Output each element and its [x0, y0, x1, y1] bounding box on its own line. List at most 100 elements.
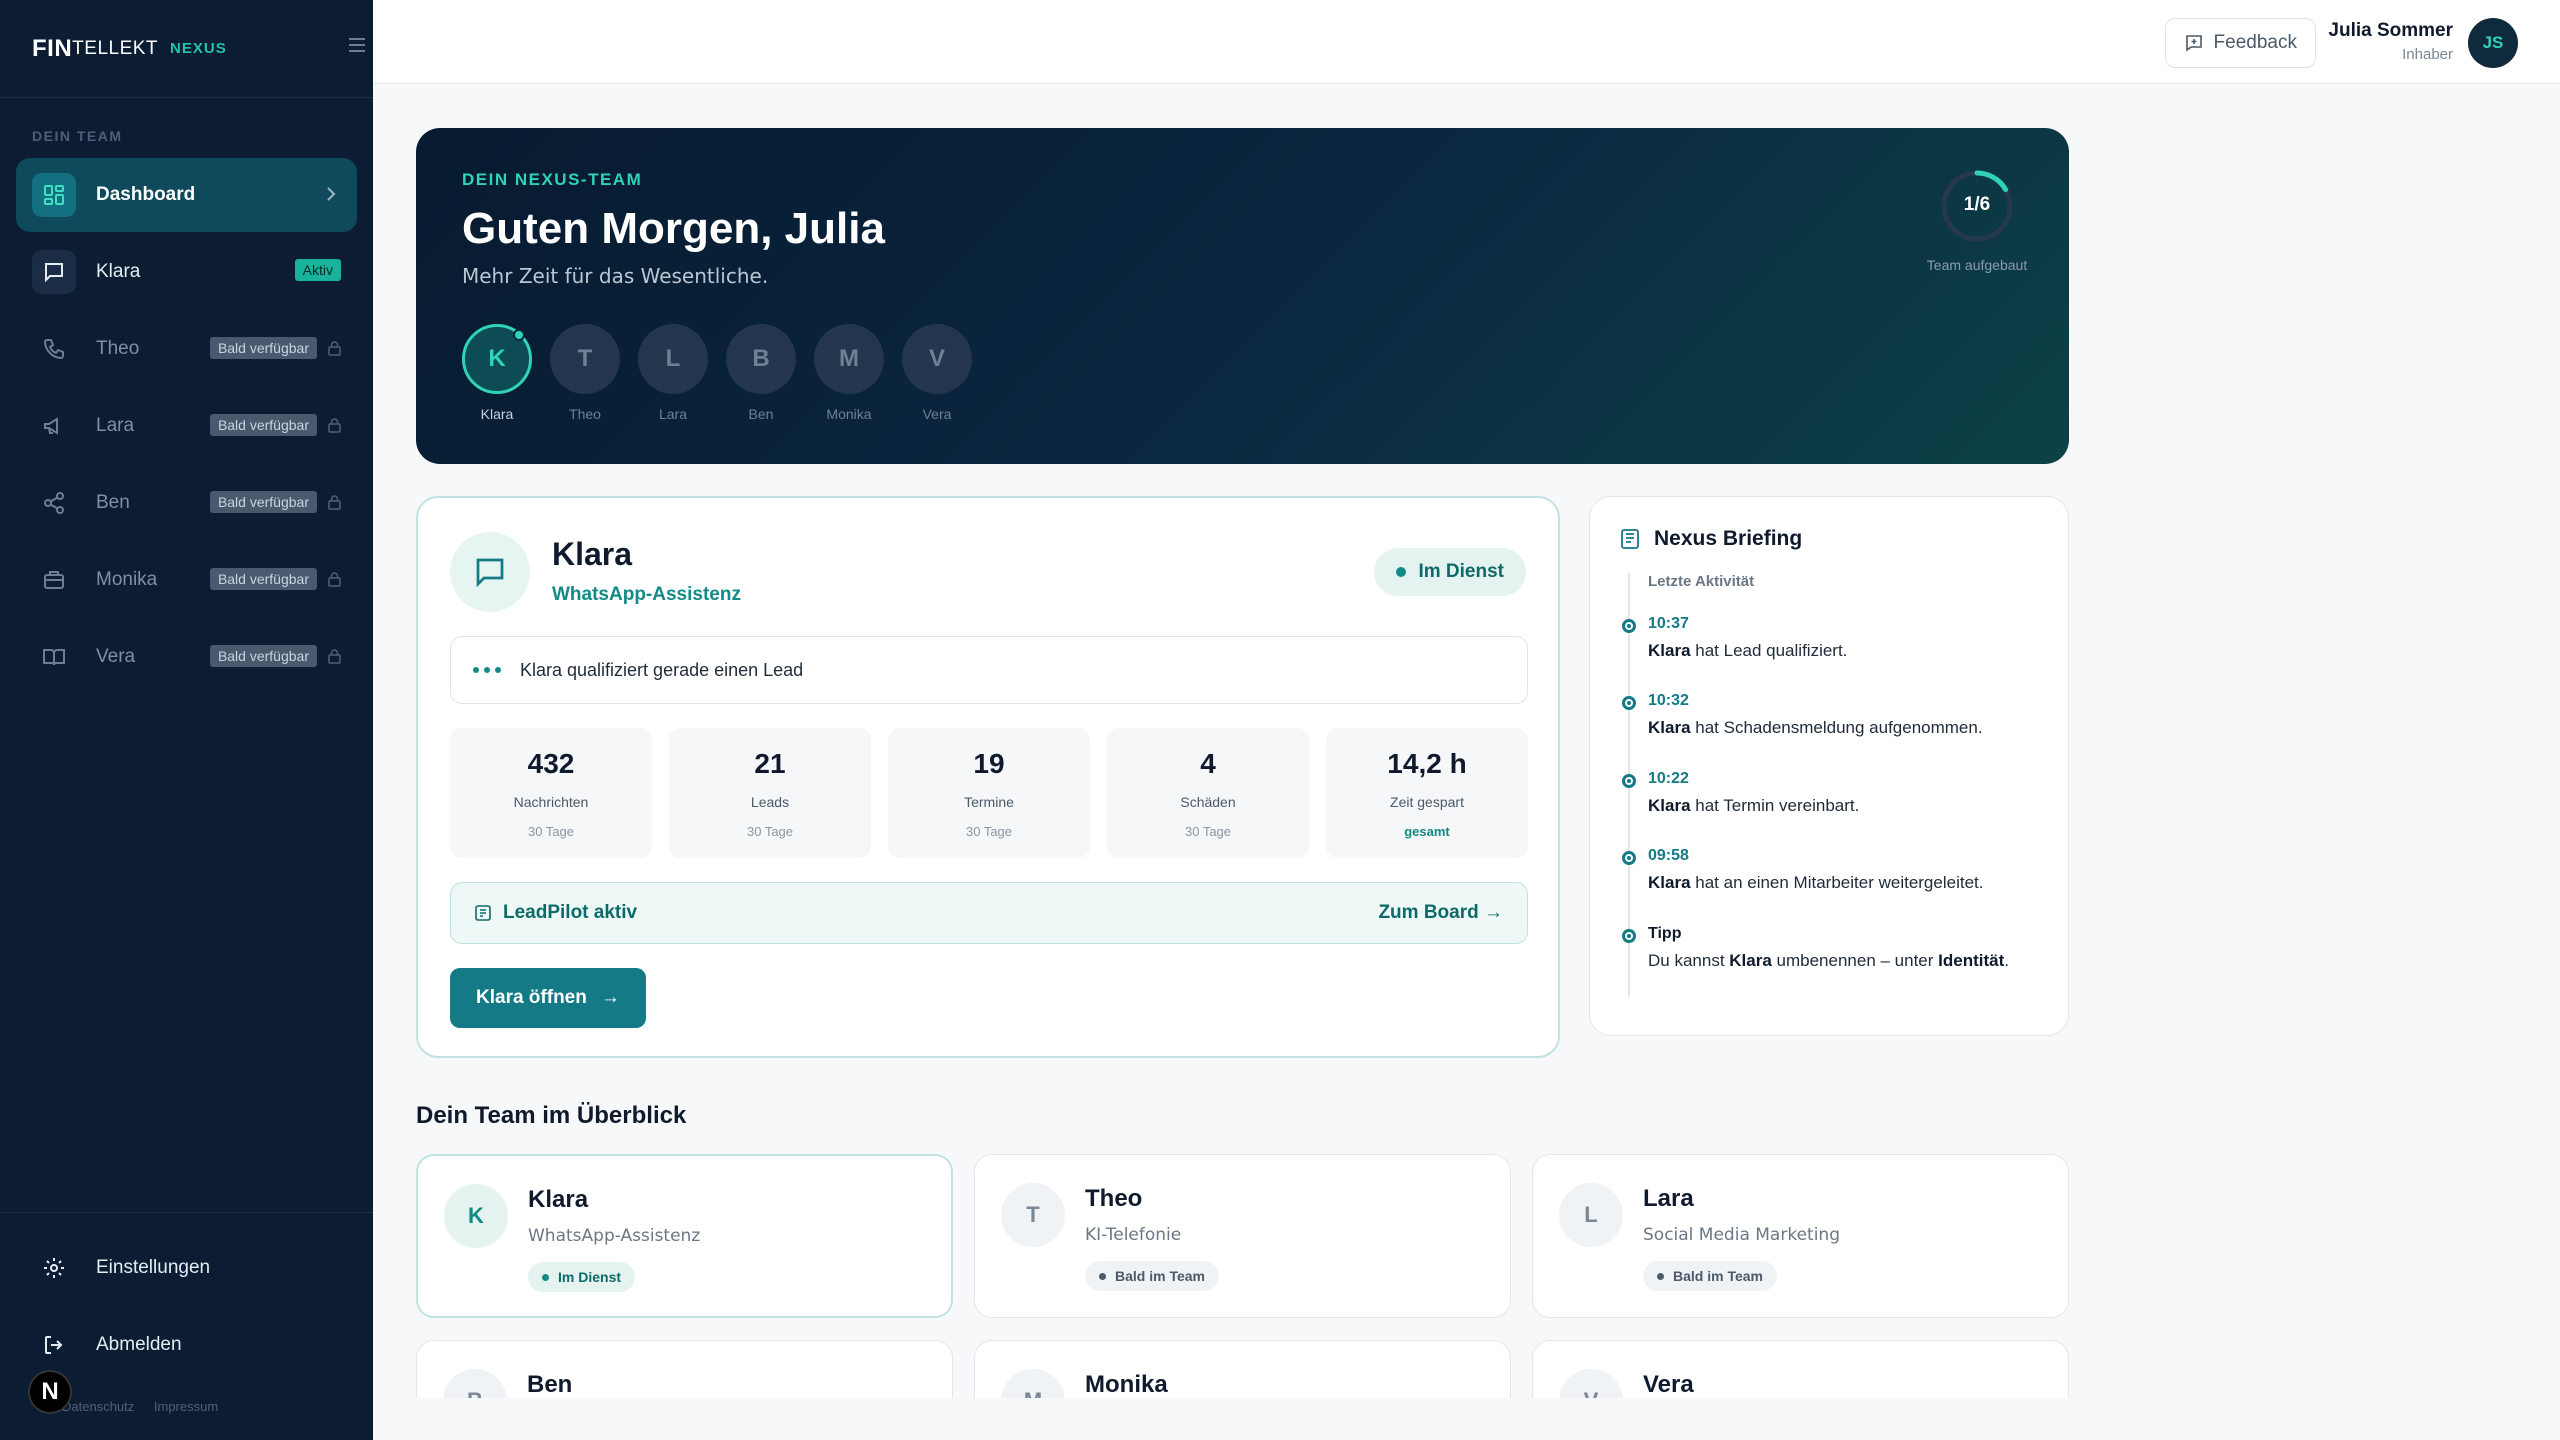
timeline-section: Letzte Aktivität: [1648, 573, 1755, 590]
sidebar-item-settings[interactable]: Einstellungen: [16, 1231, 357, 1305]
sidebar-item-label: Theo: [96, 338, 140, 359]
member-name: Klara: [480, 406, 514, 422]
member-name: Lara: [1643, 1185, 1694, 1212]
leadpilot-bar[interactable]: LeadPilot aktiv Zum Board →: [450, 882, 1528, 944]
sidebar-item-label: Dashboard: [96, 184, 196, 205]
lock-icon: [328, 495, 341, 510]
share-icon: [32, 481, 76, 525]
avatar[interactable]: JS: [2468, 18, 2518, 68]
sidebar-item-ben[interactable]: Ben Bald verfügbar: [16, 466, 357, 540]
privacy-link[interactable]: Datenschutz: [62, 1399, 134, 1414]
stat-claims: 4 Schäden 30 Tage: [1107, 728, 1309, 858]
agent-card-klara: Klara WhatsApp-Assistenz Im Dienst Klara…: [416, 496, 1560, 1058]
sidebar-item-dashboard[interactable]: Dashboard: [16, 158, 357, 232]
feedback-icon: [2185, 35, 2202, 52]
team-overview-title: Dein Team im Überblick: [416, 1102, 687, 1129]
grid-icon: [32, 173, 76, 217]
activity-text: Klara qualifiziert gerade einen Lead: [520, 659, 804, 680]
stat-leads: 21 Leads 30 Tage: [669, 728, 871, 858]
member-avatar: T: [1001, 1183, 1065, 1247]
member-name: Theo: [569, 406, 601, 422]
lock-icon: [328, 649, 341, 664]
megaphone-icon: [32, 404, 76, 448]
sidebar-item-klara[interactable]: Klara Aktiv: [16, 235, 357, 309]
imprint-link[interactable]: Impressum: [154, 1399, 218, 1414]
sidebar-item-label: Ben: [96, 492, 130, 513]
page-title: Guten Morgen, Julia: [462, 204, 885, 253]
sidebar-item-logout[interactable]: Abmelden: [16, 1308, 357, 1382]
online-indicator-icon: [513, 329, 525, 341]
chat-icon: [32, 250, 76, 294]
sidebar-item-theo[interactable]: Theo Bald verfügbar: [16, 312, 357, 386]
timeline-dot-icon: [1622, 696, 1636, 710]
stat-time-saved: 14,2 h Zeit gespart gesamt: [1326, 728, 1528, 858]
briefing-header: Nexus Briefing: [1618, 527, 1802, 551]
hero-banner: DEIN NEXUS-TEAM Guten Morgen, Julia Mehr…: [416, 128, 2069, 464]
viewport-bottom-mask: [373, 1398, 2560, 1440]
timeline-dot-icon: [1622, 851, 1636, 865]
member-name: Ben: [527, 1371, 573, 1398]
briefing-title: Nexus Briefing: [1654, 527, 1803, 550]
chat-icon: [476, 558, 504, 588]
n-badge-icon[interactable]: N: [28, 1370, 72, 1414]
timeline-tip: Tipp Du kannst Klara umbenennen – unter …: [1622, 925, 2048, 971]
brand-logo[interactable]: FIN TELLEKT NEXUS: [0, 0, 373, 98]
sidebar-item-label: Monika: [96, 569, 158, 590]
status-badge: Aktiv: [294, 259, 341, 281]
timeline-dot-icon: [1622, 619, 1636, 633]
sidebar-item-vera[interactable]: Vera Bald verfügbar: [16, 620, 357, 694]
user-role: Inhaber: [2402, 46, 2453, 63]
sidebar-bottom: Einstellungen Abmelden Datenschutz Impre…: [0, 1212, 373, 1440]
status-badge: Bald verfügbar: [209, 414, 317, 436]
sidebar-item-label: Abmelden: [96, 1334, 182, 1355]
member-name: Vera: [922, 406, 952, 422]
live-activity: Klara qualifiziert gerade einen Lead: [450, 636, 1528, 704]
member-avatar: V: [902, 324, 972, 394]
status-badge: Bald verfügbar: [209, 337, 317, 359]
team-card-klara[interactable]: K Klara WhatsApp-Assistenz Im Dienst: [416, 1154, 953, 1318]
sidebar-item-monika[interactable]: Monika Bald verfügbar: [16, 543, 357, 617]
member-klara[interactable]: K Klara: [462, 324, 532, 422]
board-link[interactable]: Zum Board →: [1378, 902, 1503, 924]
inbox-icon: [32, 558, 76, 602]
stat-messages: 432 Nachrichten 30 Tage: [450, 728, 652, 858]
agent-role: WhatsApp-Assistenz: [552, 584, 741, 605]
hero-kicker: DEIN NEXUS-TEAM: [462, 170, 643, 189]
timeline-dot-icon: [1622, 774, 1636, 788]
status-badge: Bald verfügbar: [209, 491, 317, 513]
hamburger-menu-icon[interactable]: [349, 38, 365, 52]
member-vera[interactable]: V Vera: [902, 324, 972, 422]
nexus-briefing: Nexus Briefing Letzte Aktivität 10:37 Kl…: [1589, 496, 2069, 1036]
agent-avatar: [450, 532, 530, 612]
team-card-theo[interactable]: T Theo KI-Telefonie Bald im Team: [974, 1154, 1511, 1318]
user-info[interactable]: Julia Sommer Inhaber: [2328, 20, 2453, 63]
sidebar-item-label: Einstellungen: [96, 1257, 211, 1278]
progress-value: 1/6: [1963, 194, 1991, 215]
sidebar-item-label: Lara: [96, 415, 135, 436]
arrow-right-icon: →: [600, 987, 620, 1008]
member-name: Theo: [1085, 1185, 1143, 1212]
progress-caption: Team aufgebaut: [1926, 257, 2028, 273]
hero-subtitle: Mehr Zeit für das Wesentliche.: [462, 264, 769, 288]
phone-icon: [32, 327, 76, 371]
feedback-button[interactable]: Feedback: [2164, 18, 2316, 68]
status-badge: Bald verfügbar: [209, 568, 317, 590]
sidebar-section-label: DEIN TEAM: [32, 128, 123, 144]
logout-icon: [32, 1323, 76, 1367]
topbar: Feedback Julia Sommer Inhaber JS: [373, 0, 2560, 84]
status-badge: Im Dienst: [528, 1262, 636, 1292]
member-theo[interactable]: T Theo: [550, 324, 620, 422]
feedback-label: Feedback: [2213, 32, 2297, 53]
brand-tellekt: TELLEKT: [72, 37, 159, 59]
brand-fin: FIN: [32, 34, 73, 62]
member-monika[interactable]: M Monika: [814, 324, 884, 422]
member-lara[interactable]: L Lara: [638, 324, 708, 422]
member-ben[interactable]: B Ben: [726, 324, 796, 422]
status-badge: Im Dienst: [1374, 548, 1526, 596]
member-avatar: B: [726, 324, 796, 394]
team-members: K Klara T Theo L Lara B Ben M Monika V V…: [462, 324, 990, 422]
legal-links: Datenschutz Impressum: [62, 1399, 234, 1414]
open-agent-button[interactable]: Klara öffnen →: [450, 968, 646, 1028]
sidebar-item-lara[interactable]: Lara Bald verfügbar: [16, 389, 357, 463]
team-card-lara[interactable]: L Lara Social Media Marketing Bald im Te…: [1532, 1154, 2069, 1318]
